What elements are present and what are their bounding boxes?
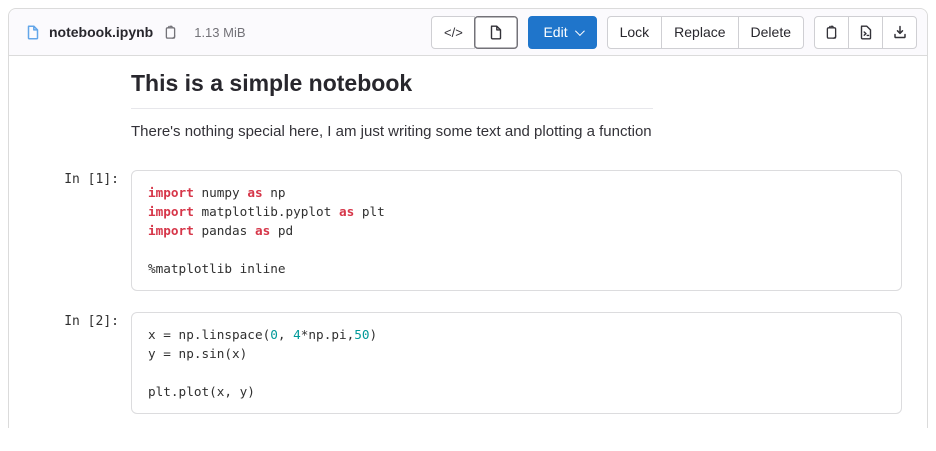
code-line: %matplotlib inline: [148, 259, 885, 278]
code-block: x = np.linspace(0, 4*np.pi,50)y = np.sin…: [131, 312, 902, 414]
file-name: notebook.ipynb: [49, 24, 153, 40]
code-cell-content: x = np.linspace(0, 4*np.pi,50)y = np.sin…: [131, 312, 902, 414]
file-viewer-panel: notebook.ipynb 1.13 MiB </>: [8, 8, 928, 428]
chevron-down-icon: [575, 26, 585, 36]
copy-file-contents-button[interactable]: [814, 16, 849, 49]
file-actions: </> Edit Lock Replace Delete: [431, 16, 917, 49]
notebook-paragraph: There's nothing special here, I am just …: [131, 123, 902, 140]
edit-dropdown-button[interactable]: Edit: [528, 16, 596, 49]
copy-file-contents-icon: [824, 25, 839, 40]
view-rendered-button[interactable]: [474, 16, 518, 49]
code-line: import pandas as pd: [148, 221, 885, 240]
code-line: plt.plot(x, y): [148, 382, 885, 401]
copy-to-clipboard-icon: [163, 25, 178, 40]
delete-button[interactable]: Delete: [738, 16, 804, 49]
markdown-content: This is a simple notebook There's nothin…: [131, 70, 902, 140]
code-cells: In [1]:import numpy as npimport matplotl…: [25, 170, 902, 414]
document-icon: [488, 24, 504, 40]
code-block: import numpy as npimport matplotlib.pypl…: [131, 170, 902, 291]
code-cell: In [2]:x = np.linspace(0, 4*np.pi,50)y =…: [25, 312, 902, 414]
replace-button[interactable]: Replace: [661, 16, 738, 49]
open-raw-icon: [858, 24, 874, 40]
file-document-icon: [25, 24, 41, 40]
download-button[interactable]: [882, 16, 917, 49]
code-line: [148, 363, 885, 382]
cell-prompt: In [1]:: [25, 170, 131, 189]
code-line: import matplotlib.pyplot as plt: [148, 202, 885, 221]
code-cell-content: import numpy as npimport matplotlib.pypl…: [131, 170, 902, 291]
copy-file-path-button[interactable]: [161, 23, 180, 42]
file-header: notebook.ipynb 1.13 MiB </>: [9, 9, 927, 56]
file-size: 1.13 MiB: [194, 25, 245, 40]
file-icon-buttons: [814, 16, 917, 49]
markdown-cell: This is a simple notebook There's nothin…: [25, 70, 902, 140]
cell-prompt: In [2]:: [25, 312, 131, 331]
lock-button[interactable]: Lock: [607, 16, 663, 49]
code-cell: In [1]:import numpy as npimport matplotl…: [25, 170, 902, 291]
edit-button-label: Edit: [543, 24, 567, 40]
download-icon: [892, 24, 908, 40]
notebook-content: This is a simple notebook There's nothin…: [9, 56, 927, 451]
open-raw-button[interactable]: [848, 16, 883, 49]
file-action-buttons: Lock Replace Delete: [607, 16, 804, 49]
code-line: [148, 240, 885, 259]
code-line: y = np.sin(x): [148, 344, 885, 363]
view-source-button[interactable]: </>: [431, 16, 475, 49]
code-line: x = np.linspace(0, 4*np.pi,50): [148, 325, 885, 344]
view-toggle: </>: [431, 16, 518, 49]
notebook-heading: This is a simple notebook: [131, 70, 653, 109]
code-line: import numpy as np: [148, 183, 885, 202]
file-info: notebook.ipynb 1.13 MiB: [25, 23, 246, 42]
